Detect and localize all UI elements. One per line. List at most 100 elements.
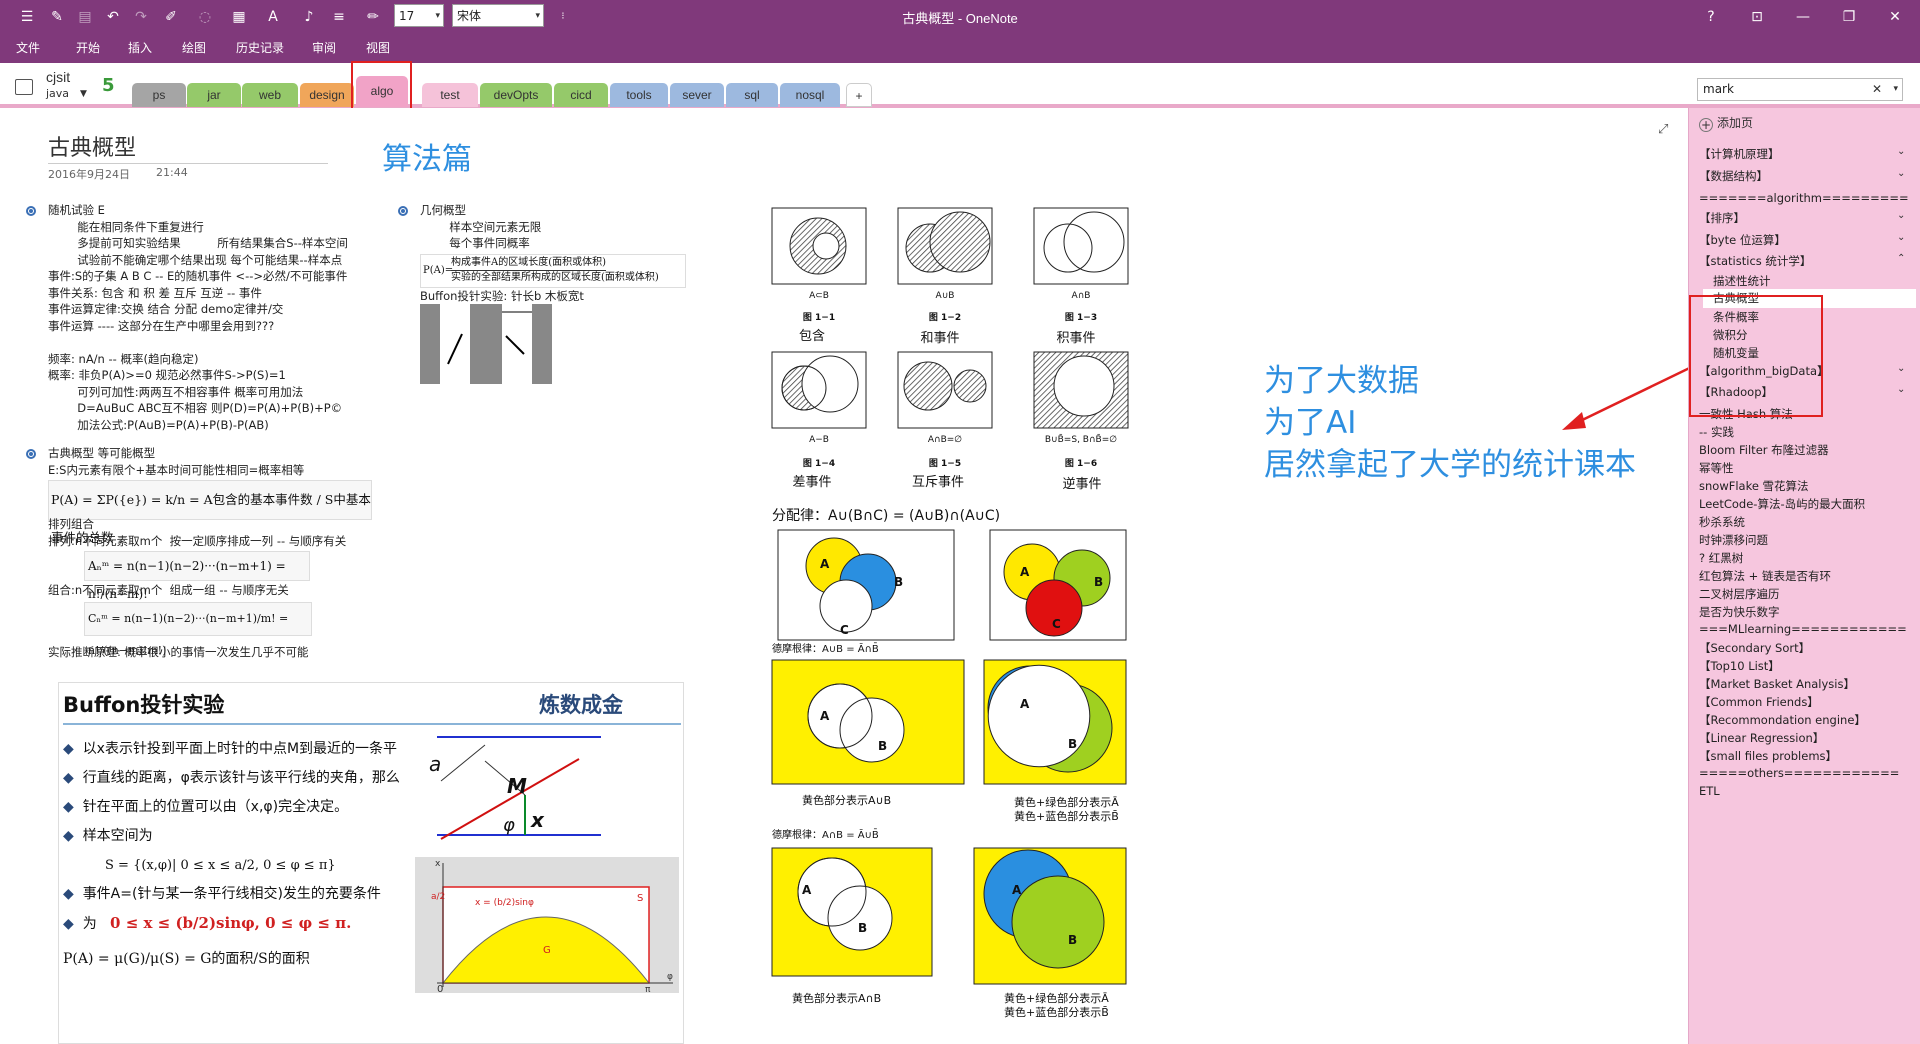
page-list-item[interactable]: 【数据结构】 <box>1699 168 1768 184</box>
chevron-down-icon[interactable]: ⌄ <box>1897 210 1905 221</box>
page-list-item[interactable]: 【Secondary Sort】 <box>1699 640 1810 656</box>
note-combination[interactable]: 组合:n不同元素取m个 组成一组 -- 与顺序无关 <box>48 582 289 599</box>
menu-file[interactable]: 文件 <box>16 39 40 56</box>
tab-cicd[interactable]: cicd <box>554 83 608 107</box>
page-list-item[interactable]: 时钟漂移问题 <box>1699 532 1768 548</box>
chevron-down-icon[interactable]: ⌄ <box>1897 384 1905 395</box>
tab-ps[interactable]: ps <box>132 83 186 107</box>
note-buffon-small[interactable]: Buffon投针实验: 针长b 木板宽t <box>420 288 584 305</box>
page-list-item[interactable]: 【Market Basket Analysis】 <box>1699 676 1855 692</box>
tab-devopts[interactable]: devOpts <box>480 83 552 107</box>
page-list-item[interactable]: =====others============ <box>1699 766 1899 780</box>
tab-nosql[interactable]: nosql <box>780 83 840 107</box>
lasso-icon[interactable]: ◌ <box>196 8 214 26</box>
page-list-item[interactable]: 【Recommondation engine】 <box>1699 712 1866 728</box>
notebook-nav-icon[interactable]: ☰ <box>18 8 36 26</box>
page-list-item[interactable]: 描述性统计 <box>1713 273 1771 289</box>
font-size-select[interactable]: 17 ▾ <box>394 4 444 27</box>
page-list-item[interactable]: 二叉树层序遍历 <box>1699 586 1780 602</box>
menu-history[interactable]: 历史记录 <box>236 39 284 56</box>
chevron-up-icon[interactable]: ⌃ <box>1897 253 1905 264</box>
tab-tools[interactable]: tools <box>610 83 668 107</box>
note-inference-principle[interactable]: 实际推断原理: 概率很小的事情一次发生几乎不可能 <box>48 644 309 661</box>
page-list-item[interactable]: ETL <box>1699 784 1720 798</box>
page-list-item[interactable]: snowFlake 雪花算法 <box>1699 478 1809 494</box>
tab-web[interactable]: web <box>242 83 298 107</box>
pen-icon[interactable]: ✎ <box>48 8 66 26</box>
chevron-down-icon[interactable]: ⌄ <box>1897 146 1905 157</box>
page-title[interactable]: 古典概型 <box>48 130 136 162</box>
close-icon[interactable]: ✕ <box>1872 79 1882 100</box>
page-list-item[interactable]: 【byte 位运算】 <box>1699 232 1786 248</box>
redo-icon[interactable]: ↷ <box>132 8 150 26</box>
page-list-item[interactable]: 红包算法 + 链表是否有环 <box>1699 568 1831 584</box>
chevron-down-icon[interactable]: ⌄ <box>1897 363 1905 374</box>
font-name-select[interactable]: 宋体 ▾ <box>452 4 544 27</box>
page-list-item[interactable]: 【statistics 统计学】 <box>1699 253 1811 269</box>
expand-icon[interactable]: ⤢ <box>1658 122 1668 137</box>
note-classical-model[interactable]: 古典概型 等可能概型 E:S内元素有限个+基本时间可能性相同=概率相等 <box>48 445 304 478</box>
chevron-down-icon[interactable]: ⌄ <box>1897 168 1905 179</box>
minimize-button[interactable]: — <box>1788 6 1818 28</box>
table-icon[interactable]: ▦ <box>230 8 248 26</box>
note-random-experiment[interactable]: 随机试验 E 能在相同条件下重复进行 多提前可知实验结果 所有结果集合S--样本… <box>48 202 348 433</box>
page-list-item[interactable]: 【Top10 List】 <box>1699 658 1780 674</box>
align-icon[interactable]: ≡ <box>330 8 348 26</box>
note-permutation[interactable]: 排列组合 排列:n不同元素取m个 按一定顺序排成一列 -- 与顺序有关 <box>48 516 346 549</box>
sync-icon[interactable]: 5 <box>102 75 115 96</box>
page-list-item[interactable]: ===MLlearning============ <box>1699 622 1907 636</box>
add-section-button[interactable]: + <box>846 83 872 107</box>
notebook-name[interactable]: cjsit <box>46 69 70 85</box>
page-list-item[interactable]: =======algorithm========= <box>1699 191 1909 205</box>
page-list-item[interactable]: 秒杀系统 <box>1699 514 1745 530</box>
close-button[interactable]: ✕ <box>1880 6 1910 28</box>
notebook-icon[interactable] <box>15 79 33 95</box>
print-icon[interactable]: ▤ <box>76 8 94 26</box>
venn-name-complement: 逆事件 <box>1062 476 1101 492</box>
search-input[interactable]: mark ✕ ▾ <box>1697 78 1903 101</box>
menu-home[interactable]: 开始 <box>76 39 100 56</box>
page-heading[interactable]: 算法篇 <box>382 134 472 178</box>
tab-sever[interactable]: sever <box>670 83 724 107</box>
menu-review[interactable]: 审阅 <box>312 39 336 56</box>
ribbon-display-button[interactable]: ⊡ <box>1742 6 1772 28</box>
page-list-item[interactable]: -- 实践 <box>1699 424 1734 440</box>
graph-pi-label: π <box>645 985 651 993</box>
page-list-item[interactable]: 【计算机原理】 <box>1699 146 1780 162</box>
menu-draw[interactable]: 绘图 <box>182 39 206 56</box>
maximize-button[interactable]: ❐ <box>1834 6 1864 28</box>
page-list-item[interactable]: Bloom Filter 布隆过滤器 <box>1699 442 1829 458</box>
page-list-item[interactable]: 是否为快乐数字 <box>1699 604 1780 620</box>
menu-insert[interactable]: 插入 <box>128 39 152 56</box>
chevron-down-icon[interactable]: ⌄ <box>1897 232 1905 243</box>
tab-test[interactable]: test <box>422 83 478 107</box>
formula-geometric-denominator: 实验的全部结果所构成的区域长度(面积或体积) <box>451 272 659 283</box>
page-list-item[interactable]: 幂等性 <box>1699 460 1734 476</box>
page-list-item[interactable]: LeetCode-算法-岛屿的最大面积 <box>1699 496 1865 512</box>
tab-design[interactable]: design <box>300 83 354 107</box>
note-geometric-model[interactable]: 几何概型 样本空间元素无限 每个事件同概率 <box>420 202 541 252</box>
annotation-text[interactable]: 为了大数据 为了AI 居然拿起了大学的统计课本 <box>1264 360 1636 486</box>
add-page-button[interactable]: + 添加页 <box>1699 114 1753 132</box>
page-list-item[interactable]: ? 红黑树 <box>1699 550 1743 566</box>
page-list-item[interactable]: 【Linear Regression】 <box>1699 730 1824 746</box>
help-button[interactable]: ? <box>1696 6 1726 28</box>
ink-icon[interactable]: ✏ <box>364 8 382 26</box>
chevron-down-icon[interactable]: ▼ <box>80 89 87 99</box>
tab-jar[interactable]: jar <box>187 83 241 107</box>
chevron-down-icon[interactable]: ▾ <box>1893 79 1898 100</box>
customize-toolbar-icon[interactable]: ⁝ <box>554 8 572 26</box>
page-list-item[interactable]: 【Common Friends】 <box>1699 694 1819 710</box>
page-list-item[interactable]: 【排序】 <box>1699 210 1745 226</box>
page-list-item[interactable]: 【small files problems】 <box>1699 748 1837 764</box>
highlighter-icon[interactable]: ✐ <box>162 8 180 26</box>
buffon-slide-title: Buffon投针实验 <box>63 693 225 717</box>
page-canvas[interactable]: ⤢ 古典概型 2016年9月24日 21:44 算法篇 随机试验 E 能在相同条… <box>0 108 1688 1044</box>
audio-icon[interactable]: ♪ <box>300 8 318 26</box>
tab-sql[interactable]: sql <box>726 83 778 107</box>
venn-label-c: C <box>840 623 849 637</box>
undo-icon[interactable]: ↶ <box>104 8 122 26</box>
menu-view[interactable]: 视图 <box>366 39 390 56</box>
graph-curve-label: x = (b/2)sinφ <box>475 898 534 908</box>
text-format-icon[interactable]: A <box>264 8 282 26</box>
